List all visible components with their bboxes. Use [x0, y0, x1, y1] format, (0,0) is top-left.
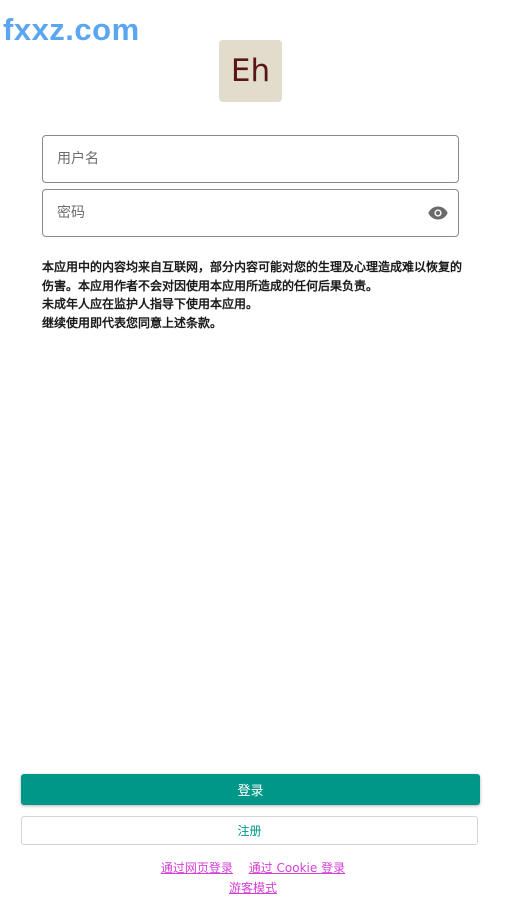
cookie-login-link[interactable]: 通过 Cookie 登录 — [249, 861, 345, 875]
eye-icon[interactable] — [428, 204, 448, 222]
username-input[interactable] — [43, 136, 458, 182]
notice-line-1: 本应用中的内容均来自互联网，部分内容可能对您的生理及心理造成难以恢复的伤害。本应… — [42, 260, 463, 293]
guest-mode-row: 游客模式 — [0, 880, 506, 896]
notice-line-2: 未成年人应在监护人指导下使用本应用。 — [42, 297, 259, 311]
web-login-link[interactable]: 通过网页登录 — [161, 861, 233, 875]
password-field[interactable] — [42, 189, 459, 237]
login-button[interactable]: 登录 — [21, 774, 480, 805]
app-logo-text: Eh — [230, 52, 271, 89]
terms-notice: 本应用中的内容均来自互联网，部分内容可能对您的生理及心理造成难以恢复的伤害。本应… — [42, 258, 466, 332]
eye-icon-graphic — [428, 206, 448, 220]
alt-login-links: 通过网页登录 通过 Cookie 登录 — [0, 860, 506, 876]
notice-line-3: 继续使用即代表您同意上述条款。 — [42, 315, 223, 330]
username-field[interactable] — [42, 135, 459, 183]
app-logo: Eh — [219, 40, 282, 102]
guest-mode-link[interactable]: 游客模式 — [229, 881, 277, 895]
register-button[interactable]: 注册 — [21, 816, 478, 845]
password-input[interactable] — [43, 190, 458, 236]
watermark: fxxz.com — [3, 12, 140, 47]
